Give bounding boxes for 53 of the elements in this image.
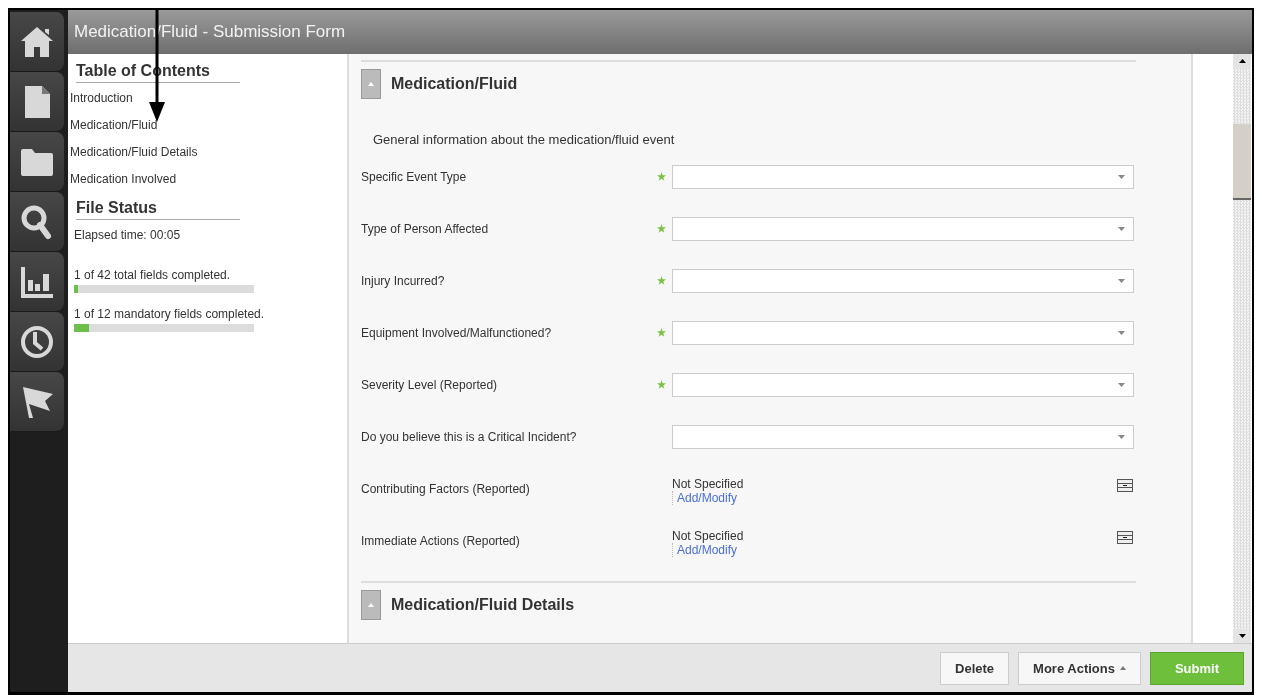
field-label: Severity Level (Reported) (361, 377, 499, 392)
caret-icon (1118, 175, 1125, 179)
field-label: Specific Event Type (361, 169, 468, 184)
delete-button[interactable]: Delete (940, 651, 1010, 685)
scrollbar[interactable] (1233, 54, 1251, 643)
dropdown-field[interactable] (672, 165, 1134, 189)
field-value: Not Specified (672, 529, 745, 543)
caret-icon (1118, 279, 1125, 283)
toc-link[interactable]: Medication Involved (70, 172, 347, 186)
progress-label: 1 of 42 total fields completed. (74, 268, 232, 282)
toc-link[interactable]: Medication/Fluid (70, 118, 347, 132)
add-modify-link[interactable]: Add/Modify (672, 491, 738, 505)
field-label: Do you believe this is a Critical Incident? (361, 429, 578, 444)
field-label: Equipment Involved/Malfunctioned? (361, 325, 553, 340)
caret-icon (1118, 435, 1125, 439)
list-icon[interactable] (1117, 479, 1133, 492)
scrollbar-thumb[interactable] (1233, 124, 1251, 200)
dropdown-field[interactable] (672, 425, 1134, 449)
field-label: Injury Incurred? (361, 273, 446, 288)
home-icon[interactable] (10, 12, 64, 72)
flag-icon[interactable] (10, 372, 64, 432)
chart-icon[interactable] (10, 252, 64, 312)
dropdown-field[interactable] (672, 217, 1134, 241)
up-arrow-icon[interactable] (1238, 59, 1246, 63)
add-modify-link[interactable]: Add/Modify (672, 543, 738, 557)
section-title: Medication/Fluid (391, 75, 518, 93)
toc-link[interactable]: Medication/Fluid Details (70, 145, 347, 159)
toc-link[interactable]: Introduction (70, 91, 347, 105)
document-icon[interactable] (10, 72, 64, 132)
section-description: General information about the medication/fluid event (373, 132, 676, 147)
caret-icon (1118, 383, 1125, 387)
menu-button[interactable]: More Actions (1018, 651, 1141, 685)
progress-label: 1 of 12 mandatory fields completed. (74, 307, 266, 321)
field-label: Type of Person Affected (361, 221, 490, 236)
caret-icon (368, 82, 374, 86)
search-icon[interactable] (10, 192, 64, 252)
section-title: Medication/Fluid Details (391, 596, 575, 614)
file-status-heading: File Status (76, 199, 240, 220)
down-arrow-icon[interactable] (1238, 634, 1246, 638)
caret-icon (1118, 331, 1125, 335)
clock-icon[interactable] (10, 312, 64, 372)
caret-icon (1118, 227, 1125, 231)
field-label: Immediate Actions (Reported) (361, 533, 521, 548)
dropdown-field[interactable] (672, 373, 1134, 397)
folder-icon[interactable] (10, 132, 64, 192)
field-label: Contributing Factors (Reported) (361, 481, 531, 496)
elapsed-time: Elapsed time: 00:05 (74, 228, 182, 242)
dropdown-field[interactable] (672, 269, 1134, 293)
list-icon[interactable] (1117, 531, 1133, 544)
field-value: Not Specified (672, 477, 745, 491)
caret-icon (368, 603, 374, 607)
caret-icon (1119, 666, 1126, 670)
dropdown-field[interactable] (672, 321, 1134, 345)
